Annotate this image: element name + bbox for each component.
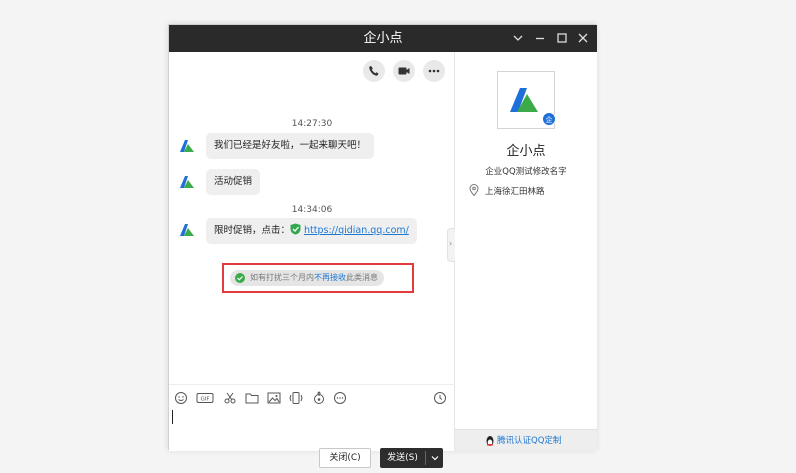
close-button[interactable]: 关闭(C) (319, 448, 371, 468)
red-packet-icon[interactable] (311, 390, 327, 406)
send-divider (425, 451, 426, 465)
scissors-icon[interactable] (222, 390, 238, 406)
chat-window: 企小点 14:27:30 我们已经是好友啦，一起来聊天吧！ 活动促销 14:34… (168, 24, 597, 468)
unsubscribe-link[interactable]: 不再接收 (314, 273, 346, 282)
contact-avatar[interactable] (179, 139, 195, 153)
minimize-icon[interactable] (533, 31, 547, 45)
highlight-frame: 如有打扰三个月内不再接收此类消息 (222, 263, 414, 293)
title-bar: 企小点 (169, 25, 597, 52)
check-circle-icon (235, 273, 245, 283)
image-icon[interactable] (266, 390, 282, 406)
maximize-icon[interactable] (555, 31, 569, 45)
input-divider (169, 384, 455, 385)
message-bubble[interactable]: 我们已经是好友啦，一起来聊天吧！ (206, 133, 375, 159)
message-timestamp: 14:27:30 (291, 119, 333, 129)
profile-footer: 腾讯认证QQ定制 (455, 429, 597, 451)
enterprise-badge: 企 (542, 112, 556, 126)
contact-avatar[interactable] (179, 175, 195, 189)
certified-link[interactable]: 腾讯认证QQ定制 (497, 430, 561, 452)
folder-icon[interactable] (244, 390, 260, 406)
profile-subtitle: 企业QQ测试修改名字 (485, 167, 567, 177)
chevron-down-icon[interactable] (511, 31, 525, 45)
video-call-button[interactable] (393, 60, 415, 82)
notice-text-after: 此类消息 (346, 273, 378, 282)
shake-icon[interactable] (288, 390, 304, 406)
profile-name: 企小点 (506, 144, 546, 159)
close-icon[interactable] (576, 31, 590, 45)
voice-call-button[interactable] (363, 60, 385, 82)
phone-icon (369, 66, 379, 76)
clock-icon[interactable] (432, 390, 448, 406)
svg-text:GIF: GIF (200, 397, 209, 403)
security-shield-icon (290, 223, 301, 235)
send-button[interactable]: 发送(S) (380, 448, 443, 468)
unsubscribe-notice: 如有打扰三个月内不再接收此类消息 (230, 270, 384, 286)
profile-panel: 企 企小点 企业QQ测试修改名字 上海徐汇田林路 腾讯认证QQ定制 (455, 52, 597, 451)
message-input-caret[interactable] (172, 410, 173, 424)
qq-penguin-icon (486, 436, 494, 446)
message-bubble[interactable]: 限时促销，点击： https://qidian.qq.com/ (206, 218, 417, 244)
video-camera-icon (398, 67, 410, 75)
chevron-right-icon: › (449, 239, 453, 248)
more-options-button[interactable] (423, 60, 445, 82)
gif-icon[interactable]: GIF (196, 390, 214, 406)
smiley-icon[interactable] (173, 390, 189, 406)
notice-text-before: 如有打扰三个月内 (250, 273, 314, 282)
message-text: 限时促销，点击： (214, 225, 291, 236)
chat-panel: 14:27:30 我们已经是好友啦，一起来聊天吧！ 活动促销 14:34:06 … (169, 52, 455, 468)
promo-link[interactable]: https://qidian.qq.com/ (304, 225, 409, 236)
profile-address: 上海徐汇田林路 (485, 187, 545, 197)
contact-avatar[interactable] (179, 223, 195, 237)
location-pin-icon (469, 184, 479, 196)
profile-logo: 企 (497, 71, 556, 129)
collapse-sidebar-handle[interactable]: › (447, 228, 455, 262)
more-icon[interactable] (332, 390, 348, 406)
more-icon (428, 69, 440, 73)
message-bubble[interactable]: 活动促销 (206, 169, 261, 195)
message-timestamp: 14:34:06 (291, 205, 333, 215)
send-button-label: 发送(S) (387, 453, 418, 463)
chevron-down-icon[interactable] (428, 448, 442, 468)
